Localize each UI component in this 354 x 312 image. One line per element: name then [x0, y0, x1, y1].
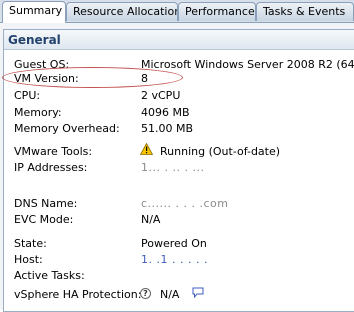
memory-label: Memory:: [14, 106, 62, 119]
evc-mode-label: EVC Mode:: [14, 213, 74, 226]
cpu-value: 2 vCPU: [141, 89, 181, 102]
cpu-label: CPU:: [14, 89, 41, 102]
memory-overhead-value: 51.00 MB: [141, 122, 194, 135]
panel-header: General: [4, 30, 354, 50]
comment-icon[interactable]: [192, 287, 204, 298]
panel-title: General: [8, 33, 61, 47]
host-label: Host:: [14, 253, 43, 266]
active-tasks-label: Active Tasks:: [14, 269, 85, 282]
tab-summary[interactable]: Summary: [2, 1, 66, 23]
ip-addresses-label: IP Addresses:: [14, 161, 88, 174]
vmware-tools-label: VMware Tools:: [14, 145, 93, 158]
tab-bar: Summary Resource Allocation Performance …: [0, 0, 354, 23]
help-icon[interactable]: ?: [140, 288, 151, 299]
evc-mode-value: N/A: [141, 213, 161, 226]
ip-addresses-value: 1... . .. . ...: [141, 161, 205, 174]
annotation-ellipse: [2, 67, 183, 88]
memory-value: 4096 MB: [141, 106, 190, 119]
memory-overhead-label: Memory Overhead:: [14, 122, 120, 135]
tab-resource-allocation[interactable]: Resource Allocation: [66, 2, 178, 21]
tab-performance[interactable]: Performance: [178, 2, 256, 21]
dns-name-label: DNS Name:: [14, 197, 78, 210]
warning-icon: [140, 143, 153, 155]
vmware-tools-value: Running (Out-of-date): [160, 145, 281, 158]
tab-tasks-events[interactable]: Tasks & Events: [256, 2, 354, 21]
ha-protection-label: vSphere HA Protection:: [14, 288, 142, 301]
ha-protection-value: N/A: [160, 288, 180, 301]
guest-os-value: Microsoft Windows Server 2008 R2 (64-...: [141, 58, 354, 71]
state-label: State:: [14, 237, 47, 250]
host-link[interactable]: 1. .1 . . . . .: [141, 253, 208, 266]
state-value: Powered On: [141, 237, 207, 250]
dns-name-value: c...... . . . .com: [141, 197, 229, 210]
